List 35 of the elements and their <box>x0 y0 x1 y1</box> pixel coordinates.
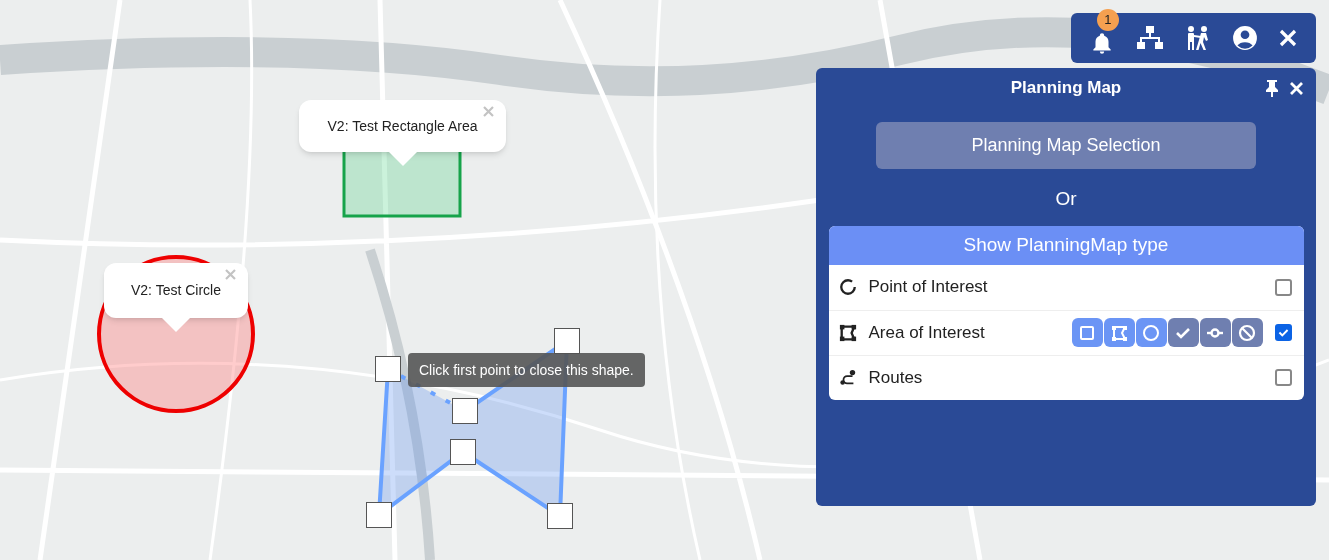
ring-icon <box>838 278 857 296</box>
layer-label: Area of Interest <box>868 321 986 344</box>
polygon-shape-icon <box>838 323 857 342</box>
user-avatar-icon[interactable] <box>1232 25 1259 51</box>
popup-title: V2: Test Circle <box>131 281 221 300</box>
network-icon[interactable] <box>1134 25 1165 51</box>
vertex-handle[interactable] <box>554 328 580 354</box>
draw-tool-button[interactable] <box>1231 318 1263 347</box>
vertex-handle[interactable] <box>450 439 476 465</box>
draw-tool-button[interactable] <box>1071 318 1103 347</box>
planning-map-selection-button[interactable]: Planning Map Selection <box>876 122 1256 169</box>
close-icon[interactable] <box>1278 28 1299 48</box>
layer-label: Routes <box>868 366 924 389</box>
separator-text: Or <box>1055 187 1077 211</box>
panel-title: Planning Map <box>1010 77 1122 100</box>
circle-icon <box>1141 322 1161 343</box>
ban-icon <box>1237 322 1257 343</box>
draw-tool-button[interactable] <box>1103 318 1135 347</box>
pin-icon[interactable] <box>1265 79 1279 97</box>
vertex-handle[interactable] <box>452 398 478 424</box>
vertex-handle[interactable] <box>366 502 392 528</box>
vertex-handle[interactable] <box>547 503 573 529</box>
layer-checkbox[interactable] <box>1274 278 1292 296</box>
notification-badge: 1 <box>1096 9 1119 31</box>
layer-checkbox[interactable] <box>1274 369 1292 386</box>
route-icon <box>838 368 857 387</box>
layer-checkbox[interactable] <box>1274 324 1292 341</box>
card-header: Show PlanningMap type <box>828 225 1304 265</box>
draw-tool-button[interactable] <box>1167 318 1199 347</box>
draw-tool-button[interactable] <box>1135 318 1167 347</box>
popup-title: V2: Test Rectangle Area <box>327 116 478 136</box>
layer-label: Point of Interest <box>868 276 989 299</box>
draw-tool-button[interactable] <box>1199 318 1231 347</box>
draw-tooltip: Click first point to close this shape. <box>408 353 645 387</box>
vertex-handle[interactable] <box>375 356 401 382</box>
